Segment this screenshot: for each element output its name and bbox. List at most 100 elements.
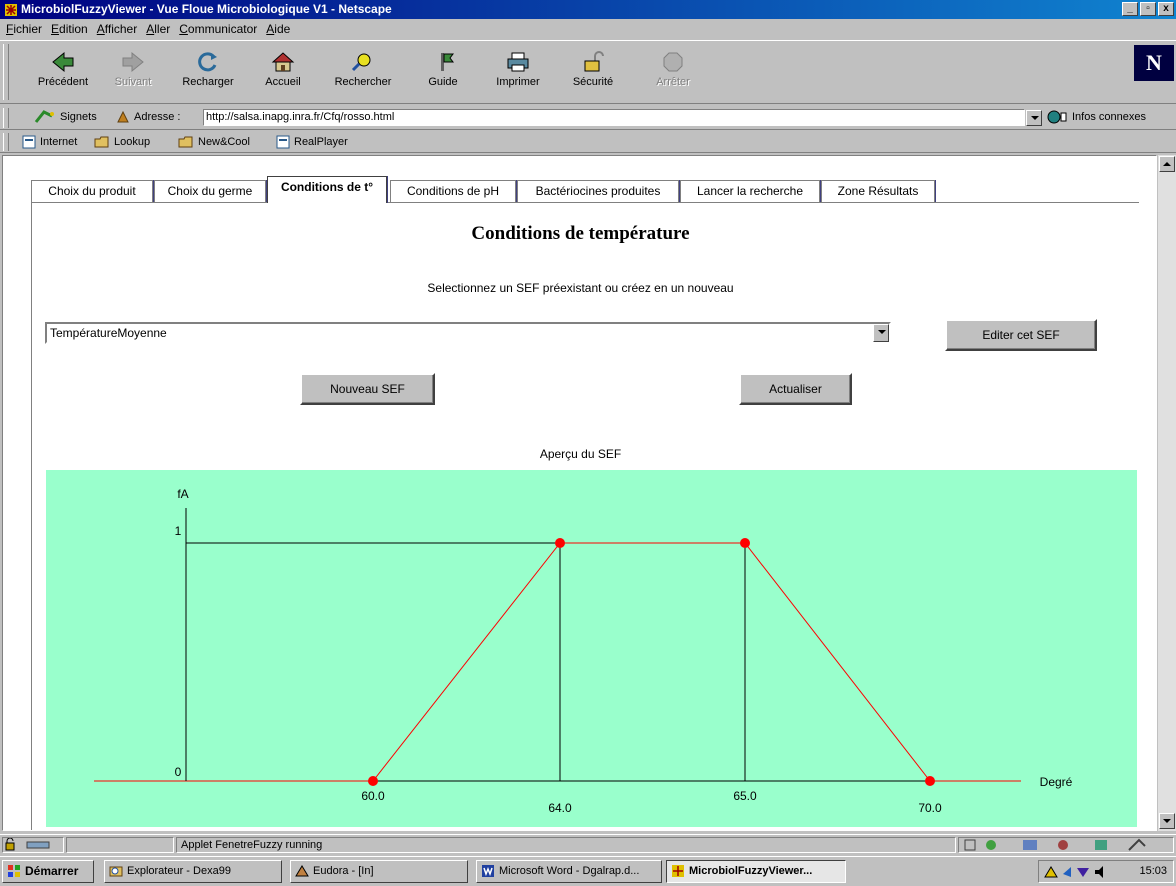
task-fuzzyviewer-label: MicrobiolFuzzyViewer... — [689, 865, 813, 877]
menu-bar: Fichier Edition Afficher Aller Communica… — [0, 19, 1176, 39]
menu-edit[interactable]: Edition — [51, 22, 88, 36]
refresh-button[interactable]: Actualiser — [739, 373, 852, 405]
link-realplayer[interactable]: RealPlayer — [276, 134, 348, 150]
home-button[interactable]: Accueil — [250, 45, 316, 101]
url-input[interactable]: http://salsa.inapg.inra.fr/Cfq/rosso.htm… — [203, 109, 1025, 126]
security-button[interactable]: Sécurité — [560, 45, 626, 101]
task-explorer[interactable]: Explorateur - Dexa99 — [104, 860, 282, 883]
tab-product[interactable]: Choix du produit — [31, 180, 153, 202]
stop-button[interactable]: Arrêter — [640, 45, 706, 101]
search-icon — [351, 53, 371, 72]
component-bar[interactable] — [958, 837, 1174, 853]
eudora-icon — [295, 865, 309, 877]
tab-ph[interactable]: Conditions de pH — [390, 180, 516, 202]
x-tick-label-1: 64.0 — [548, 801, 572, 815]
tab-germ[interactable]: Choix du germe — [154, 180, 266, 202]
guide-button[interactable]: Guide — [410, 45, 476, 101]
forward-button[interactable]: Suivant — [100, 45, 166, 101]
start-button[interactable]: Démarrer — [2, 860, 94, 883]
sef-select[interactable]: TempératureMoyenne — [45, 322, 891, 344]
search-button[interactable]: Rechercher — [330, 45, 396, 101]
edit-sef-button[interactable]: Editer cet SEF — [945, 319, 1097, 351]
status-progress — [66, 837, 174, 853]
menu-go[interactable]: Aller — [146, 22, 170, 36]
search-label: Rechercher — [334, 76, 392, 88]
location-bar: Signets Adresse : http://salsa.inapg.inr… — [0, 106, 1176, 130]
data-point-0 — [368, 776, 378, 786]
x-tick-label-3: 70.0 — [918, 801, 942, 815]
link-realplayer-label: RealPlayer — [294, 136, 348, 148]
personal-toolbar: Internet Lookup New&Cool RealPlayer — [0, 131, 1176, 153]
back-button[interactable]: Précédent — [30, 45, 96, 101]
membership-line — [372, 542, 931, 782]
component-icons — [964, 838, 1146, 851]
home-icon — [271, 52, 295, 72]
page-icon — [22, 135, 36, 149]
task-fuzzyviewer[interactable]: MicrobiolFuzzyViewer... — [666, 860, 846, 883]
new-sef-button[interactable]: Nouveau SEF — [300, 373, 435, 405]
task-explorer-label: Explorateur - Dexa99 — [127, 865, 231, 877]
link-newcool-label: New&Cool — [198, 136, 250, 148]
netscape-logo-icon[interactable]: N — [1134, 45, 1174, 81]
scroll-down-button[interactable] — [1159, 813, 1175, 829]
window-titlebar: MicrobiolFuzzyViewer - Vue Floue Microbi… — [0, 0, 1176, 19]
status-text: Applet FenetreFuzzy running — [176, 837, 956, 853]
menu-communicator[interactable]: Communicator — [179, 22, 257, 36]
tab-bacteriocins[interactable]: Bactériocines produites — [517, 180, 679, 202]
links-grip[interactable] — [3, 133, 9, 151]
minimize-button[interactable]: _ — [1122, 2, 1138, 16]
status-bar: Applet FenetreFuzzy running — [0, 834, 1176, 854]
scroll-up-button[interactable] — [1159, 156, 1175, 172]
close-button[interactable]: x — [1158, 2, 1174, 16]
windows-taskbar: Démarrer Explorateur - Dexa99 Eudora - [… — [0, 856, 1176, 886]
data-point-2 — [740, 538, 750, 548]
status-security-field[interactable] — [2, 837, 64, 853]
folder-icon — [94, 136, 109, 148]
chevron-down-icon[interactable] — [873, 324, 889, 342]
menu-help[interactable]: Aide — [266, 22, 290, 36]
fuzzyviewer-icon — [672, 865, 684, 877]
y-tick-0: 0 — [175, 765, 182, 779]
bookmarks-label: Signets — [60, 111, 97, 123]
related-links-button[interactable]: Infos connexes — [1046, 109, 1146, 125]
preview-label: Aperçu du SEF — [539, 447, 622, 461]
word-icon — [482, 865, 494, 877]
task-eudora[interactable]: Eudora - [In] — [290, 860, 468, 883]
location-label: Adresse : — [116, 109, 180, 125]
link-lookup[interactable]: Lookup — [94, 134, 150, 150]
back-label: Précédent — [37, 76, 89, 88]
link-newcool[interactable]: New&Cool — [178, 134, 250, 150]
location-grip[interactable] — [3, 108, 9, 128]
forward-label: Suivant — [114, 76, 152, 88]
clock[interactable]: 15:03 — [1139, 861, 1167, 882]
location-icon — [117, 110, 129, 123]
tab-temperature[interactable]: Conditions de t° — [267, 176, 387, 203]
reload-icon — [198, 52, 217, 72]
vertical-scrollbar[interactable] — [1158, 155, 1176, 831]
arrow-down-icon — [1163, 819, 1171, 823]
folder-icon — [178, 136, 193, 148]
maximize-button[interactable]: ▫ — [1140, 2, 1156, 16]
bookmarks-button[interactable]: Signets — [34, 109, 97, 125]
tab-run-search[interactable]: Lancer la recherche — [680, 180, 820, 202]
y-tick-1: 1 — [175, 524, 182, 538]
instruction-text: Selectionnez un SEF préexistant ou créez… — [427, 281, 734, 295]
sef-select-value: TempératureMoyenne — [50, 326, 167, 340]
toolbar-grip[interactable] — [3, 44, 9, 100]
link-lookup-label: Lookup — [114, 136, 151, 148]
location-label-text: Adresse : — [134, 111, 181, 123]
print-button[interactable]: Imprimer — [485, 45, 551, 101]
reload-button[interactable]: Recharger — [175, 45, 241, 101]
tab-results[interactable]: Zone Résultats — [821, 180, 935, 202]
guide-icon — [441, 53, 454, 71]
app-icon — [5, 3, 17, 16]
task-word[interactable]: Microsoft Word - Dgalrap.d... — [476, 860, 662, 883]
x-tick-label-2: 65.0 — [733, 789, 757, 803]
reload-label: Recharger — [182, 76, 234, 88]
link-internet[interactable]: Internet — [22, 134, 77, 150]
url-dropdown-button[interactable] — [1026, 110, 1042, 126]
menu-view[interactable]: Afficher — [97, 22, 137, 36]
tray-icons — [1044, 866, 1103, 878]
printer-icon — [507, 52, 529, 72]
menu-file[interactable]: Fichier — [6, 22, 42, 36]
